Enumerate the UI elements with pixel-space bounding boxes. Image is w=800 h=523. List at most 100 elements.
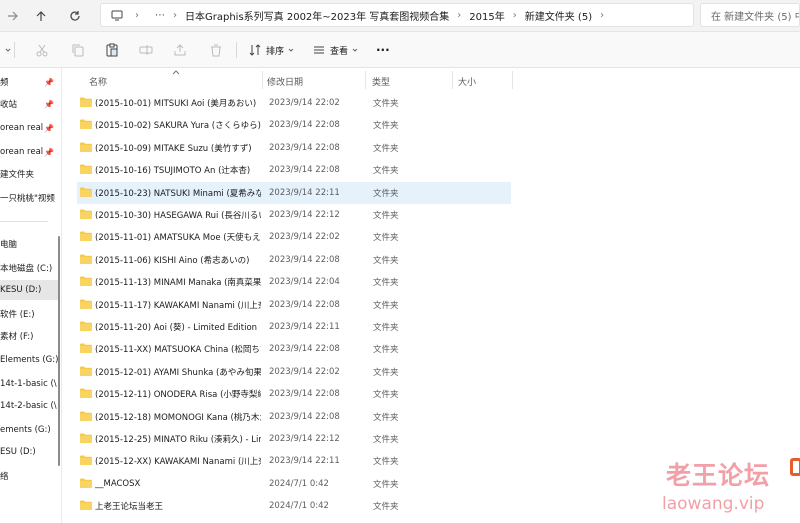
- table-row[interactable]: (2015-11-06) KISHI Aino (希志あいの) 2023/9/14…: [77, 249, 511, 271]
- file-name: (2015-10-09) MITAKE Suzu (美竹すず): [95, 143, 252, 154]
- file-modified-date: 2023/9/14 22:04: [269, 277, 340, 288]
- file-type: 文件夹: [373, 502, 399, 513]
- up-button[interactable]: [30, 5, 52, 27]
- file-name: (2015-12-11) ONODERA Risa (小野寺梨紗): [95, 390, 261, 401]
- sidebar-item-label: 14t-2-basic (\: [0, 401, 57, 411]
- file-modified-date: 2023/9/14 22:08: [269, 165, 340, 176]
- table-row[interactable]: __MACOSX 2024/7/1 0:42 文件夹: [77, 473, 511, 495]
- pin-icon: 📌: [44, 123, 54, 133]
- folder-icon: [80, 321, 92, 334]
- table-row[interactable]: 上老王论坛当老王 2024/7/1 0:42 文件夹: [77, 495, 511, 517]
- table-row[interactable]: (2015-11-01) AMATSUKA Moe (天使もえ) 2023/9/1…: [77, 226, 511, 248]
- table-row[interactable]: (2015-10-23) NATSUKI Minami (夏希みなみ) 2023/…: [77, 181, 511, 204]
- sidebar-item-label: 频: [0, 78, 9, 88]
- toolbar-divider: [14, 42, 15, 58]
- breadcrumb-item[interactable]: 新建文件夹 (5): [525, 8, 592, 23]
- sidebar-item-network-1[interactable]: 14t-1-basic (\: [0, 374, 58, 394]
- sidebar-item-drive-f[interactable]: 素材 (F:): [0, 326, 58, 346]
- sidebar-item-new-folder[interactable]: 建文件夹: [0, 164, 58, 184]
- table-row[interactable]: (2015-12-01) AYAMI Shunka (あやみ旬果) 2023/9/…: [77, 361, 511, 383]
- sidebar-scrollbar[interactable]: [58, 236, 60, 466]
- sidebar-item-favorites[interactable]: 收站 📌: [0, 94, 58, 114]
- table-row[interactable]: (2015-12-11) ONODERA Risa (小野寺梨紗) 2023/9/…: [77, 383, 511, 405]
- sidebar-item-drive-c[interactable]: 本地磁盘 (C:): [0, 258, 58, 278]
- file-type: 文件夹: [373, 143, 399, 154]
- sidebar-item-videos[interactable]: 频 📌: [0, 72, 58, 92]
- file-modified-date: 2023/9/14 22:08: [269, 411, 340, 422]
- forward-button[interactable]: [2, 5, 24, 27]
- sidebar-item-korean-real-2[interactable]: orean real 📌: [0, 142, 58, 162]
- sidebar-item-network-2[interactable]: 14t-2-basic (\: [0, 396, 58, 416]
- sidebar-item-drive-e[interactable]: 软件 (E:): [0, 304, 58, 324]
- command-bar: 排序 查看 ···: [0, 32, 800, 68]
- table-row[interactable]: (2015-10-30) HASEGAWA Rui (長谷川るい) 2023/9/…: [77, 204, 511, 226]
- sort-ascending-icon: [172, 68, 180, 77]
- table-row[interactable]: (2015-11-XX) MATSUOKA China (松岡ちな) 2023/9…: [77, 338, 511, 360]
- sidebar-item-drive-d-2[interactable]: ESU (D:): [0, 442, 58, 462]
- paste-icon[interactable]: [104, 42, 120, 58]
- breadcrumb-item[interactable]: 2015年: [469, 8, 504, 23]
- arrow-right-icon: [8, 11, 18, 21]
- copy-icon[interactable]: [70, 42, 86, 58]
- column-divider[interactable]: [365, 71, 366, 89]
- file-modified-date: 2023/9/14 22:02: [269, 232, 340, 243]
- table-row[interactable]: (2015-10-02) SAKURA Yura (さくらゆら) 2023/9/1…: [77, 114, 511, 136]
- file-modified-date: 2023/9/14 22:11: [269, 187, 340, 198]
- file-type: 文件夹: [373, 121, 399, 132]
- sidebar-item-taotao-videos[interactable]: 一只桃桃"视频: [0, 188, 58, 208]
- sidebar-divider: [0, 221, 48, 222]
- pin-icon: 📌: [44, 77, 54, 87]
- column-divider[interactable]: [262, 71, 263, 89]
- watermark-url-text: laowang.vip: [662, 494, 765, 514]
- share-icon[interactable]: [172, 42, 188, 58]
- table-row[interactable]: (2015-12-XX) KAWAKAMI Nanami (川上奈々美) 2023…: [77, 450, 511, 472]
- refresh-icon: [70, 11, 80, 21]
- view-button[interactable]: 查看: [312, 40, 358, 60]
- pin-icon: 📌: [44, 147, 54, 157]
- sidebar-item-label: KESU (D:): [0, 285, 42, 295]
- file-modified-date: 2024/7/1 0:42: [269, 478, 329, 489]
- table-row[interactable]: (2015-12-18) MOMONOGI Kana (桃乃木かな) 2023/9…: [77, 406, 511, 428]
- column-name-header[interactable]: 名称: [89, 75, 107, 88]
- folder-icon: [80, 433, 92, 446]
- rename-icon[interactable]: [138, 42, 154, 58]
- delete-icon[interactable]: [208, 42, 224, 58]
- arrow-up-icon: [36, 11, 46, 21]
- chevron-down-icon: [288, 48, 294, 52]
- folder-icon: [80, 254, 92, 267]
- sidebar-item-drive-g-2[interactable]: ements (G:): [0, 420, 58, 440]
- column-divider[interactable]: [452, 71, 453, 89]
- sidebar-item-drive-g[interactable]: Elements (G:): [0, 350, 58, 370]
- file-name: (2015-12-01) AYAMI Shunka (あやみ旬果): [95, 367, 261, 378]
- folder-icon: [80, 209, 92, 222]
- refresh-button[interactable]: [64, 5, 86, 27]
- breadcrumb-overflow[interactable]: ⋯: [155, 10, 165, 21]
- table-row[interactable]: (2015-11-20) Aoi (葵) - Limited Edition 20…: [77, 316, 511, 338]
- more-options-button[interactable]: ···: [376, 40, 390, 60]
- table-row[interactable]: (2015-11-13) MINAMI Manaka (南真菜果) 2023/9/…: [77, 271, 511, 293]
- column-divider[interactable]: [512, 71, 513, 89]
- watermark-cn-text: 老王论坛: [666, 461, 771, 490]
- breadcrumb-item[interactable]: 日本Graphis系列写真 2002年~2023年 写真套图视频合集: [185, 8, 449, 23]
- file-name: (2015-10-16) TSUJIMOTO An (辻本杏): [95, 166, 251, 177]
- sidebar-item-this-pc[interactable]: 电脑: [0, 234, 58, 254]
- table-row[interactable]: (2015-11-17) KAWAKAMI Nanami (川上奈々美) 2023…: [77, 294, 511, 316]
- table-row[interactable]: (2015-12-25) MINATO Riku (湊莉久) - Limited…: [77, 428, 511, 450]
- cut-icon[interactable]: [34, 42, 50, 58]
- sidebar-item-korean-real-1[interactable]: orean real 📌: [0, 118, 58, 138]
- sidebar-item-network[interactable]: 络: [0, 466, 58, 486]
- column-date-header[interactable]: 修改日期: [267, 75, 303, 88]
- search-input[interactable]: 在 新建文件夹 (5) 中: [700, 3, 800, 27]
- column-size-header[interactable]: 大小: [458, 75, 476, 88]
- file-type: 文件夹: [373, 188, 399, 199]
- sort-button[interactable]: 排序: [248, 40, 294, 60]
- column-type-header[interactable]: 类型: [372, 75, 390, 88]
- sidebar-item-drive-d[interactable]: KESU (D:): [0, 280, 58, 300]
- sidebar-item-label: 电脑: [0, 240, 18, 250]
- sidebar-item-label: 一只桃桃"视频: [0, 194, 55, 204]
- table-row[interactable]: (2015-10-16) TSUJIMOTO An (辻本杏) 2023/9/14…: [77, 159, 511, 181]
- table-row[interactable]: (2015-10-09) MITAKE Suzu (美竹すず) 2023/9/14…: [77, 137, 511, 159]
- address-bar[interactable]: › ⋯ › 日本Graphis系列写真 2002年~2023年 写真套图视频合集…: [100, 3, 694, 27]
- table-row[interactable]: (2015-10-01) MITSUKI Aoi (美月あおい) 2023/9/1…: [77, 92, 511, 114]
- file-type: 文件夹: [373, 300, 399, 311]
